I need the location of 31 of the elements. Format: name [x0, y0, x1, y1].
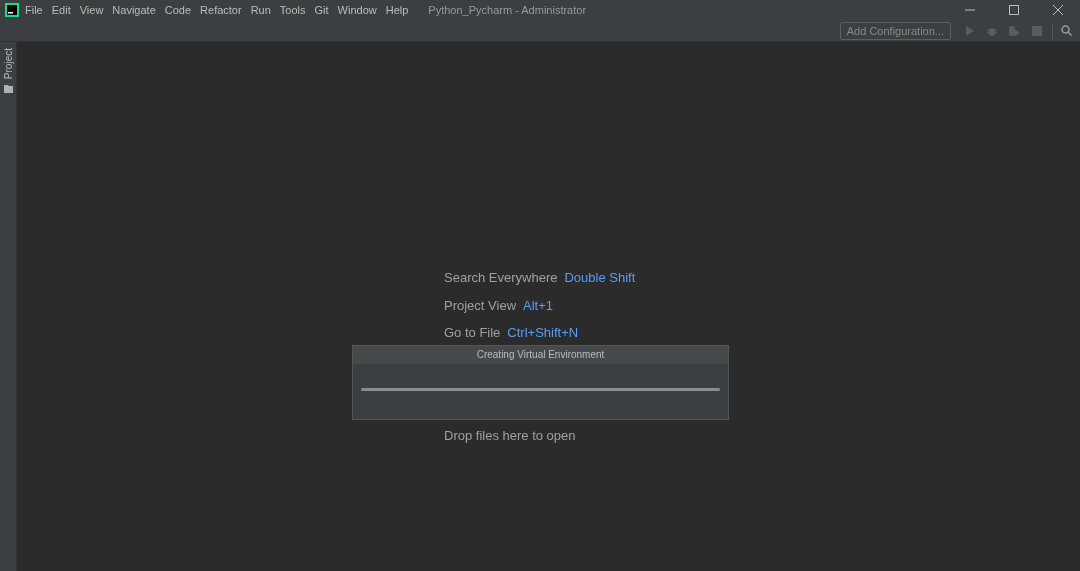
shortcut-text: Ctrl+Shift+N [507, 324, 579, 342]
menu-item[interactable]: Tools [279, 1, 306, 19]
shortcut-text: Alt+1 [523, 296, 553, 315]
folder-icon [3, 85, 13, 94]
shortcut-text: Double Shift [564, 269, 636, 287]
hint-label: Project View [444, 296, 516, 315]
menu-item[interactable]: Window [337, 1, 377, 19]
hint-label: Search Everywhere [444, 269, 558, 287]
project-tab[interactable]: Project [0, 48, 16, 80]
maximize-icon[interactable] [1009, 5, 1019, 15]
add-configuration-button[interactable]: Add Configuration... [839, 21, 951, 40]
menu-item[interactable]: Git [314, 1, 329, 19]
coverage-icon[interactable] [1009, 25, 1020, 36]
menu-item[interactable]: Edit [51, 1, 71, 19]
menu-item[interactable]: Help [385, 1, 409, 19]
menu-item[interactable]: View [79, 1, 104, 19]
menu-item[interactable]: Run [250, 1, 271, 19]
menu-item[interactable]: Navigate [112, 1, 156, 19]
dialog-title: Creating Virtual Environment [353, 346, 728, 364]
bug-icon[interactable] [987, 25, 997, 36]
run-icon[interactable] [965, 25, 975, 36]
search-icon[interactable] [1061, 25, 1072, 36]
window-title: Python_Pycharm - Administrator [428, 2, 587, 18]
close-icon[interactable] [1053, 5, 1063, 15]
stop-icon[interactable] [1032, 25, 1042, 36]
app-logo-icon [5, 3, 19, 17]
hint-label: Drop files here to open [444, 426, 576, 445]
hint-label: Go to File [444, 324, 501, 342]
menu-item[interactable]: Refactor [200, 1, 242, 19]
menu-item[interactable]: File [25, 1, 43, 19]
menu-item[interactable]: Code [164, 1, 192, 19]
